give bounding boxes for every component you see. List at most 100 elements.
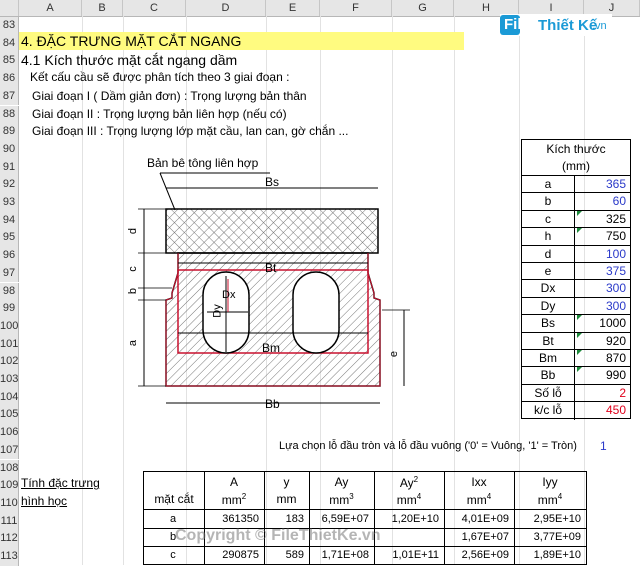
row-header[interactable]: 92 — [0, 176, 19, 194]
table-cell[interactable]: 183 — [267, 513, 304, 525]
column-unit-text: mm — [276, 492, 297, 506]
table-cell[interactable]: 290875 — [207, 549, 259, 561]
dimension-label: e — [522, 263, 575, 281]
table-divider — [144, 509, 586, 510]
row-header[interactable]: 93 — [0, 194, 19, 212]
row-header[interactable]: 110 — [0, 494, 19, 513]
row-header[interactable]: 113 — [0, 548, 19, 566]
row-header[interactable]: 95 — [0, 229, 19, 248]
dimension-value[interactable]: 920 — [576, 333, 626, 350]
row-header[interactable]: 108 — [0, 459, 19, 478]
table-cell[interactable]: 1,89E+10 — [517, 549, 581, 561]
table-cell[interactable]: 1,01E+11 — [377, 549, 439, 561]
dimension-row: d 100 — [522, 244, 630, 263]
table-cell[interactable]: 589 — [267, 549, 304, 561]
dimension-row: Bt 920 — [522, 331, 630, 350]
row-header[interactable]: 109 — [0, 477, 19, 495]
dimension-value[interactable]: 375 — [576, 263, 626, 280]
column-name-text: Ay — [399, 476, 414, 490]
formula-indicator-icon — [577, 367, 582, 373]
row-header[interactable]: 86 — [0, 70, 19, 88]
label-a: a — [127, 339, 140, 347]
column-unit-sup: 4 — [557, 492, 563, 501]
row-header[interactable]: 96 — [0, 247, 19, 265]
column-header-b[interactable]: B — [82, 0, 123, 16]
formula-indicator-icon — [577, 228, 582, 234]
column-header-d[interactable]: D — [186, 0, 266, 16]
dimension-value[interactable]: 870 — [576, 350, 626, 367]
dimension-value[interactable]: 450 — [576, 402, 626, 419]
row-header[interactable]: 97 — [0, 264, 19, 283]
dimensions-table: Kích thước (mm) a 365 b 60 c 325 h 750 d 100 e 375 D… — [521, 139, 631, 420]
column-header-c[interactable]: C — [123, 0, 186, 16]
column-name-sup: 2 — [413, 475, 419, 484]
row-header[interactable]: 103 — [0, 371, 19, 389]
row-header[interactable]: 102 — [0, 353, 19, 371]
table-cell[interactable]: a — [147, 513, 199, 525]
void-right — [292, 271, 340, 354]
row-header[interactable]: 100 — [0, 317, 19, 336]
dimension-value[interactable]: 100 — [576, 246, 626, 263]
table-cell[interactable]: 3,77E+09 — [517, 531, 581, 543]
table-cell[interactable]: 1,67E+07 — [447, 531, 509, 543]
table-cell[interactable]: 4,01E+09 — [447, 513, 509, 525]
dimension-value[interactable]: 750 — [576, 228, 626, 245]
hole-choice-value[interactable]: 1 — [600, 439, 607, 453]
dimension-value[interactable]: 325 — [576, 211, 626, 228]
dimension-value[interactable]: 365 — [576, 176, 626, 193]
slab-shape — [165, 208, 379, 254]
label-bb: Bb — [265, 397, 280, 411]
dimension-value[interactable]: 300 — [576, 280, 626, 297]
dimension-value[interactable]: 60 — [576, 193, 626, 210]
label-b: b — [127, 287, 140, 295]
row-header[interactable]: 104 — [0, 388, 19, 407]
column-header-e[interactable]: E — [266, 0, 320, 16]
dimension-value[interactable]: 1000 — [576, 315, 626, 332]
column-name: y — [264, 475, 309, 489]
table-cell[interactable]: 1,20E+10 — [377, 513, 439, 525]
table-cell[interactable]: 2,95E+10 — [517, 513, 581, 525]
dimension-value[interactable]: 2 — [576, 385, 626, 402]
dimension-row: k/c lỗ 450 — [522, 401, 630, 420]
table-cell[interactable]: 1,71E+08 — [312, 549, 369, 561]
row-header[interactable]: 98 — [0, 282, 19, 301]
select-all-corner[interactable] — [0, 0, 19, 16]
column-name: Ixx — [444, 475, 514, 489]
table-cell[interactable]: 361350 — [207, 513, 259, 525]
formula-indicator-icon — [577, 350, 582, 355]
column-unit: mm2 — [204, 492, 264, 507]
table-cell[interactable]: c — [147, 549, 199, 561]
column-unit-text: mm — [221, 493, 242, 507]
formula-indicator-icon — [577, 315, 582, 321]
column-name-text: Ay — [334, 475, 349, 489]
row-header[interactable]: 84 — [0, 34, 19, 53]
column-name: Iyy — [514, 475, 586, 489]
dimension-row: c 325 — [522, 209, 630, 229]
dimension-label: Số lỗ — [522, 384, 575, 403]
row-header[interactable]: 85 — [0, 52, 19, 71]
column-header-g[interactable]: G — [392, 0, 454, 16]
row-header[interactable]: 99 — [0, 300, 19, 318]
dimension-value[interactable]: 990 — [576, 367, 626, 384]
table-cell[interactable]: 6,59E+07 — [312, 513, 369, 525]
row-header[interactable]: 101 — [0, 335, 19, 354]
row-header[interactable]: 83 — [0, 17, 19, 35]
row-header[interactable]: 107 — [0, 441, 19, 460]
column-unit-sup: 4 — [416, 492, 422, 501]
row-header[interactable]: 105 — [0, 406, 19, 425]
dimension-value[interactable]: 300 — [576, 298, 626, 315]
row-header[interactable]: 89 — [0, 123, 19, 141]
row-header[interactable]: 91 — [0, 158, 19, 177]
row-header[interactable]: 88 — [0, 105, 19, 124]
table-cell[interactable]: 2,56E+09 — [447, 549, 509, 561]
row-header[interactable]: 112 — [0, 530, 19, 548]
row-header[interactable]: 90 — [0, 140, 19, 159]
row-header[interactable]: 94 — [0, 211, 19, 230]
column-header-f[interactable]: F — [320, 0, 392, 16]
column-header-a[interactable]: A — [19, 0, 82, 16]
row-header[interactable]: 106 — [0, 424, 19, 442]
dimension-label: k/c lỗ — [522, 402, 575, 420]
row-header[interactable]: 111 — [0, 512, 19, 531]
column-name-text: Ixx — [471, 475, 487, 489]
row-header[interactable]: 87 — [0, 87, 19, 106]
